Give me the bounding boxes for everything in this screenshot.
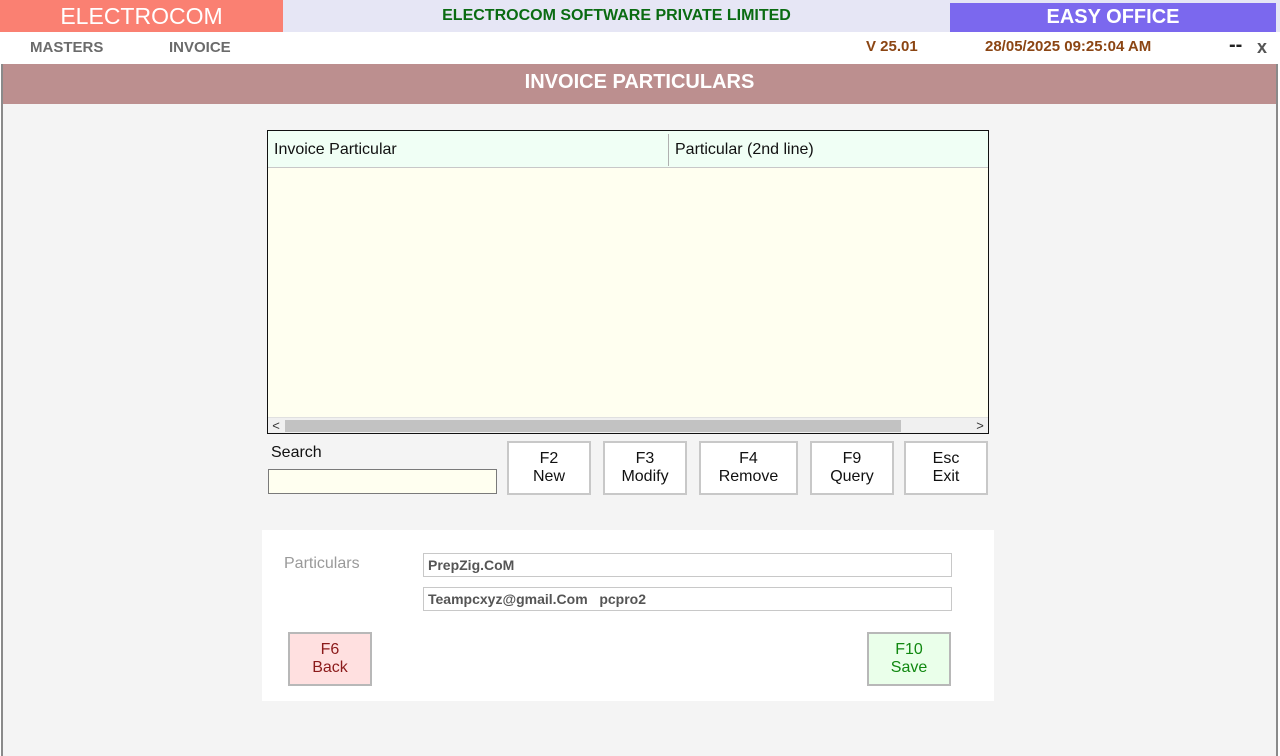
close-icon[interactable]: x xyxy=(1257,37,1267,58)
remove-button[interactable]: F4 Remove xyxy=(699,441,798,495)
menu-invoice[interactable]: INVOICE xyxy=(169,39,231,56)
search-input[interactable] xyxy=(268,469,497,494)
back-button-label: Back xyxy=(312,659,348,676)
minimize-icon[interactable]: -- xyxy=(1229,34,1242,57)
brand-right-label: EASY OFFICE xyxy=(950,3,1276,32)
brand-left-logo: ELECTROCOM xyxy=(0,0,283,32)
new-button[interactable]: F2 New xyxy=(507,441,591,495)
query-button[interactable]: F9 Query xyxy=(810,441,894,495)
save-button[interactable]: F10 Save xyxy=(867,632,951,686)
version-label: V 25.01 xyxy=(866,38,918,55)
exit-button-key: Esc xyxy=(932,450,960,467)
remove-button-label: Remove xyxy=(718,468,779,485)
column-header-particular-2nd-line[interactable]: Particular (2nd line) xyxy=(669,131,814,168)
company-title: ELECTROCOM SOFTWARE PRIVATE LIMITED xyxy=(442,7,791,24)
search-label: Search xyxy=(271,444,322,461)
horizontal-scrollbar[interactable]: < > xyxy=(268,417,988,433)
modify-button[interactable]: F3 Modify xyxy=(603,441,687,495)
title-bar: ELECTROCOM ELECTROCOM SOFTWARE PRIVATE L… xyxy=(0,0,1280,32)
back-button-key: F6 xyxy=(320,641,340,658)
back-button[interactable]: F6 Back xyxy=(288,632,372,686)
main-frame: INVOICE PARTICULARS Invoice Particular P… xyxy=(1,64,1278,756)
query-button-key: F9 xyxy=(842,450,862,467)
datetime-label: 28/05/2025 09:25:04 AM xyxy=(985,38,1152,55)
menu-masters[interactable]: MASTERS xyxy=(30,39,103,56)
column-header-invoice-particular[interactable]: Invoice Particular xyxy=(268,131,397,168)
save-button-label: Save xyxy=(890,659,928,676)
page-title: INVOICE PARTICULARS xyxy=(3,64,1276,104)
scroll-thumb[interactable] xyxy=(285,420,901,432)
modify-button-label: Modify xyxy=(621,468,669,485)
particulars-label: Particulars xyxy=(284,555,360,572)
save-button-key: F10 xyxy=(895,641,923,658)
query-button-label: Query xyxy=(830,468,874,485)
particulars-grid[interactable]: Invoice Particular Particular (2nd line)… xyxy=(267,130,989,434)
particular-line2-field[interactable] xyxy=(423,587,952,611)
remove-button-key: F4 xyxy=(739,450,758,467)
exit-button-label: Exit xyxy=(932,468,960,485)
new-button-label: New xyxy=(532,468,565,485)
edit-panel: Particulars F6 Back F10 Save xyxy=(262,530,994,701)
new-button-key: F2 xyxy=(539,450,559,467)
scroll-right-icon[interactable]: > xyxy=(972,418,988,434)
particular-line1-field[interactable] xyxy=(423,553,952,577)
scroll-left-icon[interactable]: < xyxy=(268,418,284,434)
grid-header: Invoice Particular Particular (2nd line) xyxy=(268,131,988,168)
menu-bar: MASTERS INVOICE V 25.01 28/05/2025 09:25… xyxy=(0,32,1280,64)
modify-button-key: F3 xyxy=(635,450,655,467)
exit-button[interactable]: Esc Exit xyxy=(904,441,988,495)
